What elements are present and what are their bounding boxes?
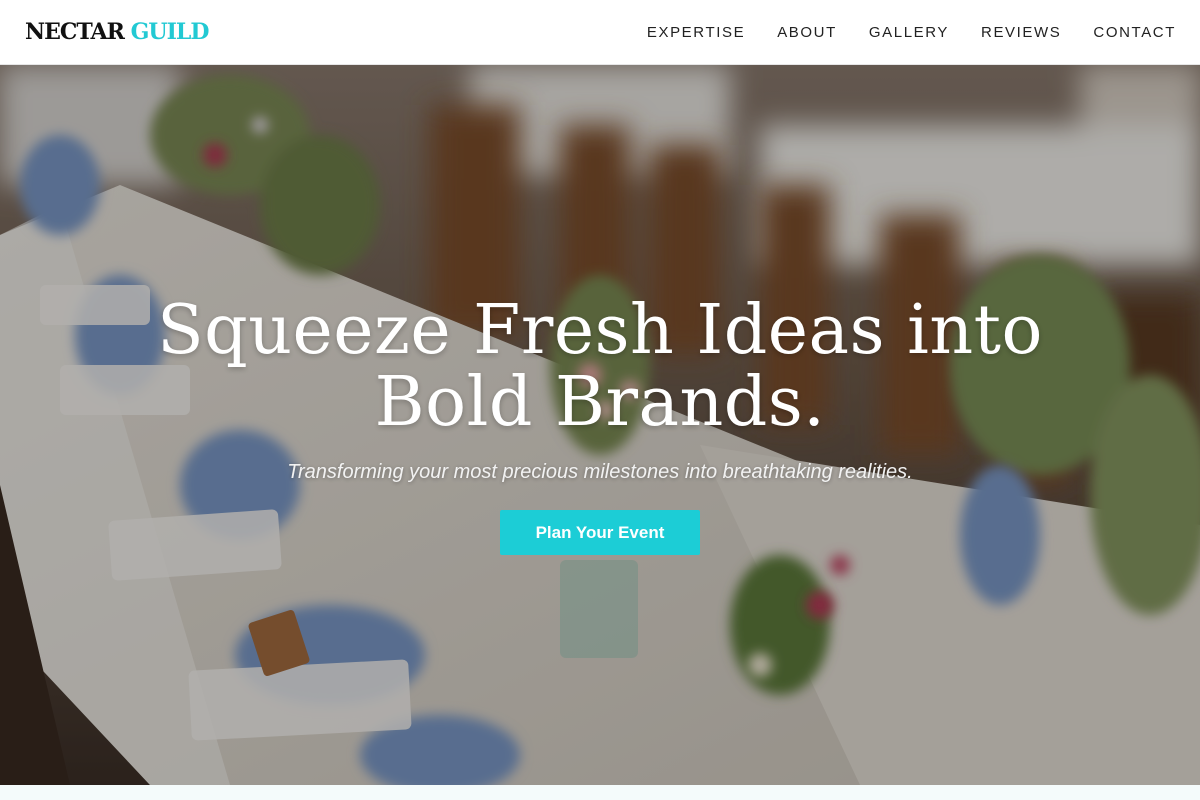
nav-link-about[interactable]: ABOUT bbox=[777, 24, 837, 41]
logo-accent: GUILD bbox=[130, 19, 210, 45]
hero-section: Squeeze Fresh Ideas into Bold Brands. Tr… bbox=[0, 65, 1200, 785]
nav-link-expertise[interactable]: EXPERTISE bbox=[647, 24, 745, 41]
site-logo[interactable]: NECTAR GUILD bbox=[25, 19, 210, 45]
plan-event-button[interactable]: Plan Your Event bbox=[500, 510, 700, 555]
main-nav: EXPERTISE ABOUT GALLERY REVIEWS CONTACT bbox=[647, 24, 1176, 41]
logo-primary: NECTAR bbox=[25, 19, 125, 45]
site-header: NECTAR GUILD EXPERTISE ABOUT GALLERY REV… bbox=[0, 0, 1200, 65]
hero-title: Squeeze Fresh Ideas into Bold Brands. bbox=[0, 295, 1200, 439]
hero-content: Squeeze Fresh Ideas into Bold Brands. Tr… bbox=[0, 295, 1200, 555]
hero-title-line-2: Bold Brands. bbox=[374, 363, 826, 442]
nav-link-contact[interactable]: CONTACT bbox=[1093, 24, 1176, 41]
nav-link-reviews[interactable]: REVIEWS bbox=[981, 24, 1061, 41]
hero-subtitle: Transforming your most precious mileston… bbox=[287, 461, 913, 483]
next-section-edge bbox=[0, 785, 1200, 800]
nav-link-gallery[interactable]: GALLERY bbox=[869, 24, 949, 41]
hero-title-line-1: Squeeze Fresh Ideas into bbox=[157, 291, 1043, 370]
